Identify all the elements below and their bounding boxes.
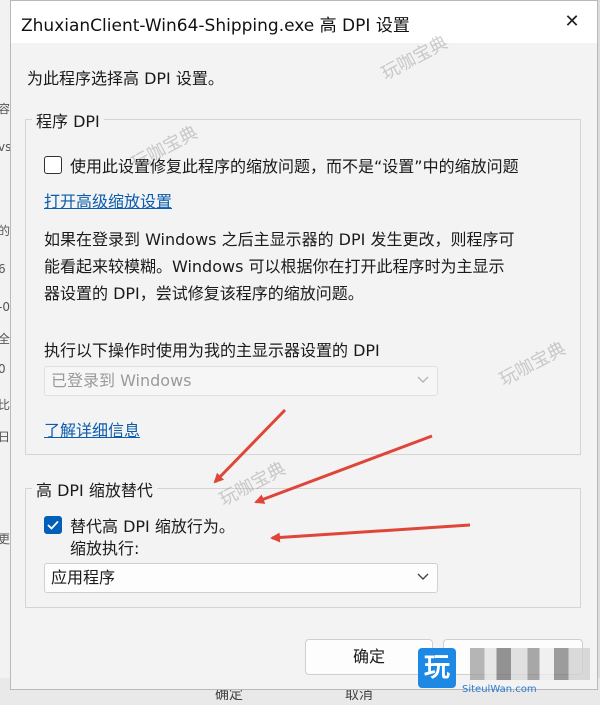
ok-button[interactable]: 确定 xyxy=(305,639,433,675)
dpi-explanation-line: 如果在登录到 Windows 之后主显示器的 DPI 发生更改，则程序可 xyxy=(44,230,515,249)
program-dpi-group: 程序 DPI 使用此设置修复此程序的缩放问题，而不是“设置”中的缩放问题 打开高… xyxy=(25,108,581,455)
dpi-select-label: 执行以下操作时使用为我的主显示器设置的 DPI xyxy=(44,341,380,360)
site-logo: 玩 xyxy=(418,648,456,688)
bg-glyph: 全 xyxy=(0,332,11,346)
scaling-mode-select-value: 应用程序 xyxy=(51,568,116,587)
bg-glyph: 更 xyxy=(0,532,11,546)
dpi-explanation-line: 能看起来较模糊。Windows 可以根据你在打开此程序时为主显示 xyxy=(44,257,505,276)
high-dpi-override-group: 高 DPI 缩放替代 替代高 DPI 缩放行为。 缩放执行: 应用程序 xyxy=(25,477,581,608)
advanced-scaling-link[interactable]: 打开高级缩放设置 xyxy=(44,188,172,212)
pixelated-overlay xyxy=(470,648,590,680)
checkmark-icon xyxy=(47,520,59,530)
learn-more-link[interactable]: 了解详细信息 xyxy=(44,417,140,441)
site-url-text: SiteulWan.com xyxy=(462,684,537,695)
override-checkbox[interactable] xyxy=(44,516,62,534)
scaling-performed-label: 缩放执行: xyxy=(70,539,140,558)
program-dpi-checkbox-label: 使用此设置修复此程序的缩放问题，而不是“设置”中的缩放问题 xyxy=(70,157,519,176)
dpi-settings-dialog: ZhuxianClient-Win64-Shipping.exe 高 DPI 设… xyxy=(10,0,598,690)
dpi-timing-select-value: 已登录到 Windows xyxy=(51,371,192,390)
chevron-down-icon xyxy=(417,376,429,383)
program-dpi-checkbox[interactable] xyxy=(44,156,62,174)
title-bar[interactable]: ZhuxianClient-Win64-Shipping.exe 高 DPI 设… xyxy=(11,1,597,43)
program-dpi-checkbox-row[interactable]: 使用此设置修复此程序的缩放问题，而不是“设置”中的缩放问题 xyxy=(44,153,519,177)
bg-glyph: 容 xyxy=(0,102,11,116)
bg-glyph: 比 xyxy=(0,398,11,412)
override-checkbox-label: 替代高 DPI 缩放行为。 xyxy=(70,517,235,536)
dpi-timing-select[interactable]: 已登录到 Windows xyxy=(44,366,438,396)
chevron-down-icon xyxy=(417,573,429,580)
bg-glyph: -0 xyxy=(0,300,10,314)
high-dpi-override-legend: 高 DPI 缩放替代 xyxy=(32,477,157,501)
dialog-title: ZhuxianClient-Win64-Shipping.exe 高 DPI 设… xyxy=(21,16,410,36)
bg-glyph: 0 xyxy=(0,362,6,376)
bg-glyph: 6 xyxy=(0,262,6,276)
scaling-mode-select[interactable]: 应用程序 xyxy=(44,563,438,593)
override-checkbox-row[interactable]: 替代高 DPI 缩放行为。 xyxy=(44,513,235,537)
dpi-explanation: 如果在登录到 Windows 之后主显示器的 DPI 发生更改，则程序可 能看起… xyxy=(44,226,569,307)
close-button[interactable]: ✕ xyxy=(555,7,589,37)
close-icon: ✕ xyxy=(564,11,580,32)
program-dpi-legend: 程序 DPI xyxy=(32,108,104,132)
dpi-explanation-line: 器设置的 DPI，尝试修复该程序的缩放问题。 xyxy=(44,284,364,303)
bg-glyph: 日 xyxy=(0,430,11,444)
bg-glyph: 的 xyxy=(0,224,11,238)
intro-text: 为此程序选择高 DPI 设置。 xyxy=(27,69,224,88)
